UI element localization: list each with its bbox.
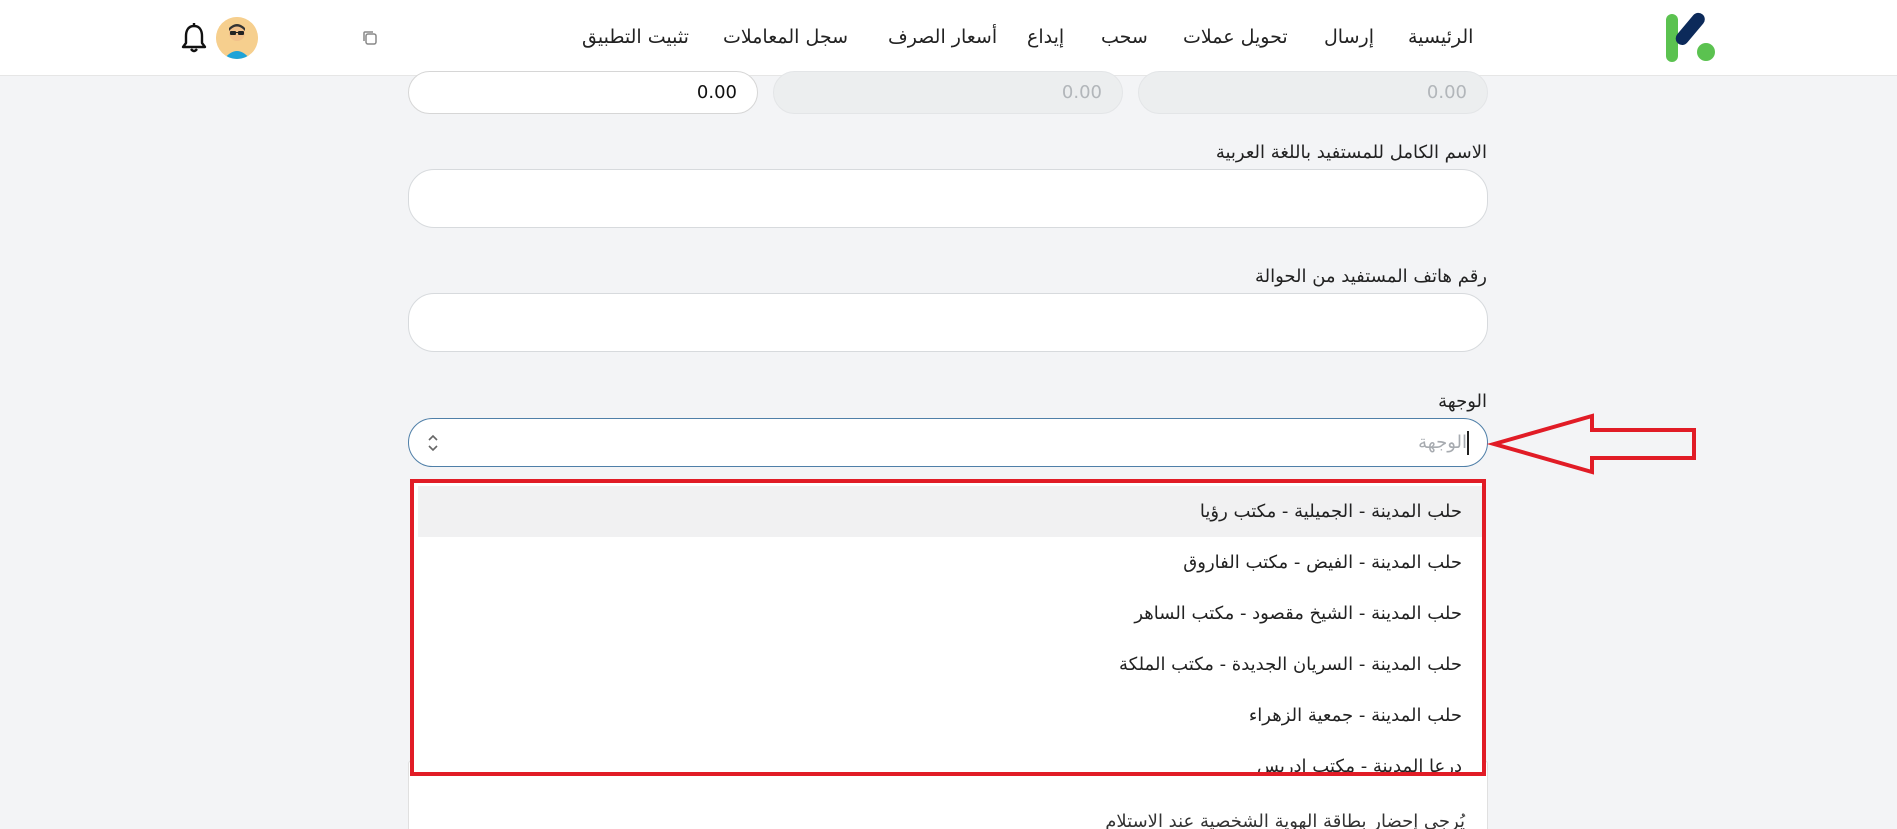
nav-send[interactable]: إرسال (1324, 26, 1374, 50)
bell-icon[interactable] (179, 22, 209, 54)
dropdown-option[interactable]: حلب المدينة - الفيض - مكتب الفاروق (418, 537, 1486, 588)
notes-text: يُرجى إحضار بطاقة الهوية الشخصية عند الا… (1105, 811, 1465, 829)
nav-withdraw[interactable]: سحب (1101, 26, 1148, 50)
beneficiary-phone-label: رقم هاتف المستفيد من الحوالة (1254, 266, 1487, 287)
copy-icon[interactable] (361, 29, 379, 47)
destination-label: الوجهة (1438, 391, 1487, 412)
amount-field-1: 0.00 (1138, 71, 1488, 114)
destination-placeholder: الوجهة (1418, 432, 1467, 453)
nav-home[interactable]: الرئيسية (1408, 26, 1473, 50)
beneficiary-name-input[interactable] (408, 169, 1488, 228)
amount-input[interactable]: 0.00 (408, 71, 758, 114)
nav-install-app[interactable]: تثبيت التطبيق (582, 26, 689, 50)
nav-history[interactable]: سجل المعاملات (723, 26, 848, 50)
app-logo[interactable] (1663, 12, 1717, 64)
destination-select[interactable]: الوجهة (408, 418, 1488, 467)
left-arrow-annotation-icon (1486, 413, 1696, 475)
text-caret (1467, 431, 1469, 455)
destination-dropdown: حلب المدينة - الجميلية - مكتب رؤيا حلب ا… (410, 479, 1486, 776)
nav-rates[interactable]: أسعار الصرف (888, 26, 997, 50)
dropdown-option[interactable]: حلب المدينة - السريان الجديدة - مكتب الم… (418, 639, 1486, 690)
avatar[interactable] (216, 17, 258, 59)
amount-value-1: 0.00 (1426, 82, 1467, 103)
dropdown-option[interactable]: درعا المدينة - مكتب ادريس (418, 741, 1486, 776)
amount-field-2: 0.00 (773, 71, 1123, 114)
amount-value-2: 0.00 (1061, 82, 1102, 103)
dropdown-option[interactable]: حلب المدينة - الشيخ مقصود - مكتب الساهر (418, 588, 1486, 639)
dropdown-option[interactable]: حلب المدينة - جمعية الزهراء (418, 690, 1486, 741)
top-navbar: الرئيسية إرسال تحويل عملات سحب إيداع أسع… (0, 0, 1897, 76)
chevron-updown-icon (428, 434, 438, 452)
beneficiary-phone-input[interactable] (408, 293, 1488, 352)
dropdown-option[interactable]: حلب المدينة - الجميلية - مكتب رؤيا (418, 486, 1486, 537)
nav-exchange[interactable]: تحويل عملات (1183, 26, 1288, 50)
amount-value-3: 0.00 (696, 82, 737, 103)
nav-deposit[interactable]: إيداع (1027, 26, 1064, 50)
beneficiary-name-label: الاسم الكامل للمستفيد باللغة العربية (1215, 142, 1487, 163)
